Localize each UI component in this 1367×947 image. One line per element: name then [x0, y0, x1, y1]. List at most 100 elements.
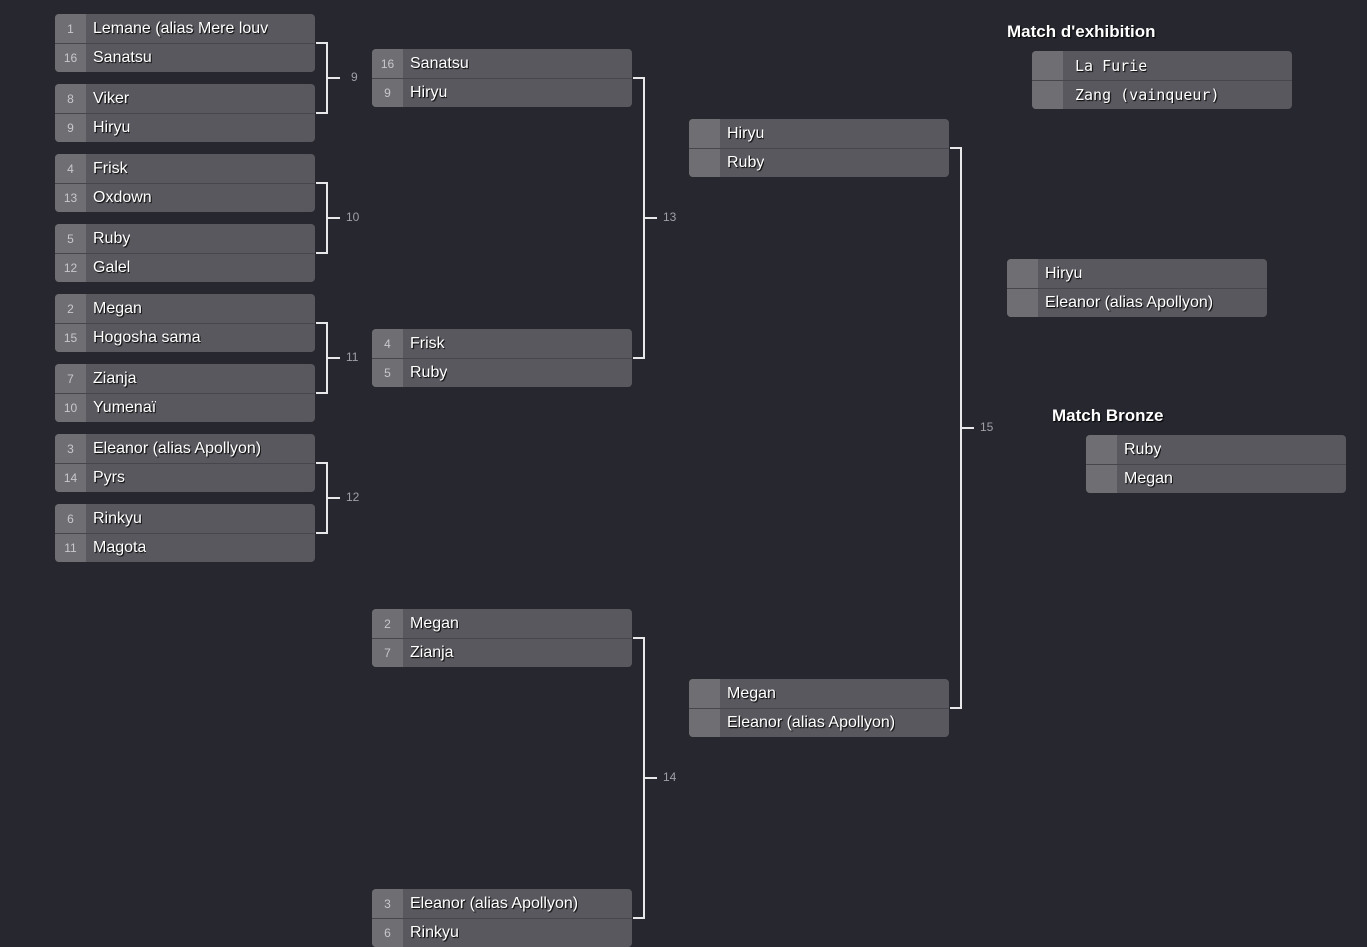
- bracket-connector: [633, 77, 645, 359]
- player-name[interactable]: Megan: [403, 615, 459, 633]
- player-row[interactable]: Zang (vainqueur): [1032, 80, 1292, 109]
- player-row[interactable]: 11 Magota: [55, 533, 315, 562]
- seed-cell: [689, 709, 720, 737]
- match-box[interactable]: 16 Sanatsu 9 Hiryu: [372, 49, 632, 107]
- player-row[interactable]: 6 Rinkyu: [372, 918, 632, 947]
- player-row[interactable]: 16 Sanatsu: [372, 49, 632, 78]
- player-row[interactable]: 4 Frisk: [55, 154, 315, 183]
- player-row[interactable]: 6 Rinkyu: [55, 504, 315, 533]
- player-row[interactable]: 7 Zianja: [55, 364, 315, 393]
- match-number: 9: [351, 70, 358, 84]
- seed-cell: 3: [372, 889, 403, 918]
- player-name[interactable]: Ruby: [720, 154, 764, 172]
- match-box[interactable]: 5 Ruby 12 Galel: [55, 224, 315, 282]
- player-row[interactable]: Ruby: [689, 148, 949, 177]
- match-number: 12: [346, 490, 360, 504]
- player-name[interactable]: Pyrs: [86, 469, 125, 487]
- player-name[interactable]: Megan: [720, 685, 776, 703]
- player-name[interactable]: Frisk: [403, 335, 445, 353]
- player-row[interactable]: Megan: [1086, 464, 1346, 493]
- bracket-stub: [645, 777, 657, 779]
- bracket-connector: [316, 182, 328, 254]
- player-name[interactable]: Galel: [86, 259, 130, 277]
- player-name[interactable]: Eleanor (alias Apollyon): [86, 440, 261, 458]
- player-row[interactable]: 5 Ruby: [372, 358, 632, 387]
- seed-cell: 16: [55, 44, 86, 72]
- player-name[interactable]: Oxdown: [86, 189, 152, 207]
- player-name[interactable]: Sanatsu: [86, 49, 152, 67]
- match-box[interactable]: Hiryu Ruby: [689, 119, 949, 177]
- player-row[interactable]: 2 Megan: [372, 609, 632, 638]
- player-row[interactable]: 5 Ruby: [55, 224, 315, 253]
- match-box[interactable]: 6 Rinkyu 11 Magota: [55, 504, 315, 562]
- player-name[interactable]: Zianja: [86, 370, 137, 388]
- match-box[interactable]: La Furie Zang (vainqueur): [1032, 51, 1292, 109]
- player-name[interactable]: Megan: [1117, 470, 1173, 488]
- match-box[interactable]: 4 Frisk 13 Oxdown: [55, 154, 315, 212]
- player-row[interactable]: 16 Sanatsu: [55, 43, 315, 72]
- player-row[interactable]: Ruby: [1086, 435, 1346, 464]
- player-name[interactable]: Ruby: [86, 230, 130, 248]
- player-row[interactable]: 3 Eleanor (alias Apollyon): [55, 434, 315, 463]
- player-name[interactable]: Hiryu: [403, 84, 447, 102]
- player-row[interactable]: 13 Oxdown: [55, 183, 315, 212]
- player-row[interactable]: La Furie: [1032, 51, 1292, 80]
- player-row[interactable]: 9 Hiryu: [372, 78, 632, 107]
- player-row[interactable]: 8 Viker: [55, 84, 315, 113]
- match-box[interactable]: 3 Eleanor (alias Apollyon) 14 Pyrs: [55, 434, 315, 492]
- player-row[interactable]: 14 Pyrs: [55, 463, 315, 492]
- player-row[interactable]: 10 Yumenaï: [55, 393, 315, 422]
- player-name[interactable]: Hogosha sama: [86, 329, 201, 347]
- player-name[interactable]: Hiryu: [86, 119, 130, 137]
- player-row[interactable]: 9 Hiryu: [55, 113, 315, 142]
- player-name[interactable]: Viker: [86, 90, 129, 108]
- match-box[interactable]: 8 Viker 9 Hiryu: [55, 84, 315, 142]
- player-row[interactable]: Eleanor (alias Apollyon): [689, 708, 949, 737]
- match-box[interactable]: 2 Megan 7 Zianja: [372, 609, 632, 667]
- bracket-stub: [328, 217, 340, 219]
- match-box[interactable]: 4 Frisk 5 Ruby: [372, 329, 632, 387]
- player-name[interactable]: Zianja: [403, 644, 454, 662]
- player-name[interactable]: Magota: [86, 539, 146, 557]
- player-name[interactable]: Rinkyu: [403, 924, 459, 942]
- player-row[interactable]: 7 Zianja: [372, 638, 632, 667]
- seed-cell: 5: [55, 224, 86, 253]
- player-name[interactable]: Hiryu: [1038, 265, 1082, 283]
- match-box[interactable]: Hiryu Eleanor (alias Apollyon): [1007, 259, 1267, 317]
- seed-cell: 3: [55, 434, 86, 463]
- player-name[interactable]: Rinkyu: [86, 510, 142, 528]
- player-name[interactable]: Frisk: [86, 160, 128, 178]
- match-box[interactable]: 1 Lemane (alias Mere louv 16 Sanatsu: [55, 14, 315, 72]
- player-name[interactable]: Hiryu: [720, 125, 764, 143]
- player-row[interactable]: 2 Megan: [55, 294, 315, 323]
- match-box[interactable]: Ruby Megan: [1086, 435, 1346, 493]
- seed-cell: 9: [55, 114, 86, 142]
- player-name[interactable]: Ruby: [403, 364, 447, 382]
- match-box[interactable]: 3 Eleanor (alias Apollyon) 6 Rinkyu: [372, 889, 632, 947]
- match-box[interactable]: 7 Zianja 10 Yumenaï: [55, 364, 315, 422]
- player-name[interactable]: Sanatsu: [403, 55, 469, 73]
- player-name[interactable]: Lemane (alias Mere louv: [86, 20, 268, 38]
- player-row[interactable]: 12 Galel: [55, 253, 315, 282]
- player-name[interactable]: Megan: [86, 300, 142, 318]
- player-name[interactable]: Zang (vainqueur): [1063, 86, 1220, 104]
- seed-cell: 16: [372, 49, 403, 78]
- player-name[interactable]: Ruby: [1117, 441, 1161, 459]
- player-name[interactable]: Eleanor (alias Apollyon): [403, 895, 578, 913]
- player-row[interactable]: Hiryu: [689, 119, 949, 148]
- match-box[interactable]: 2 Megan 15 Hogosha sama: [55, 294, 315, 352]
- player-row[interactable]: Eleanor (alias Apollyon): [1007, 288, 1267, 317]
- player-name[interactable]: La Furie: [1063, 57, 1147, 75]
- player-name[interactable]: Yumenaï: [86, 399, 156, 417]
- player-row[interactable]: Hiryu: [1007, 259, 1267, 288]
- bronze-title: Match Bronze: [1052, 406, 1164, 425]
- seed-cell: [689, 149, 720, 177]
- player-row[interactable]: 3 Eleanor (alias Apollyon): [372, 889, 632, 918]
- match-box[interactable]: Megan Eleanor (alias Apollyon): [689, 679, 949, 737]
- player-name[interactable]: Eleanor (alias Apollyon): [720, 714, 895, 732]
- player-row[interactable]: 1 Lemane (alias Mere louv: [55, 14, 315, 43]
- player-row[interactable]: 4 Frisk: [372, 329, 632, 358]
- player-row[interactable]: 15 Hogosha sama: [55, 323, 315, 352]
- player-row[interactable]: Megan: [689, 679, 949, 708]
- player-name[interactable]: Eleanor (alias Apollyon): [1038, 294, 1213, 312]
